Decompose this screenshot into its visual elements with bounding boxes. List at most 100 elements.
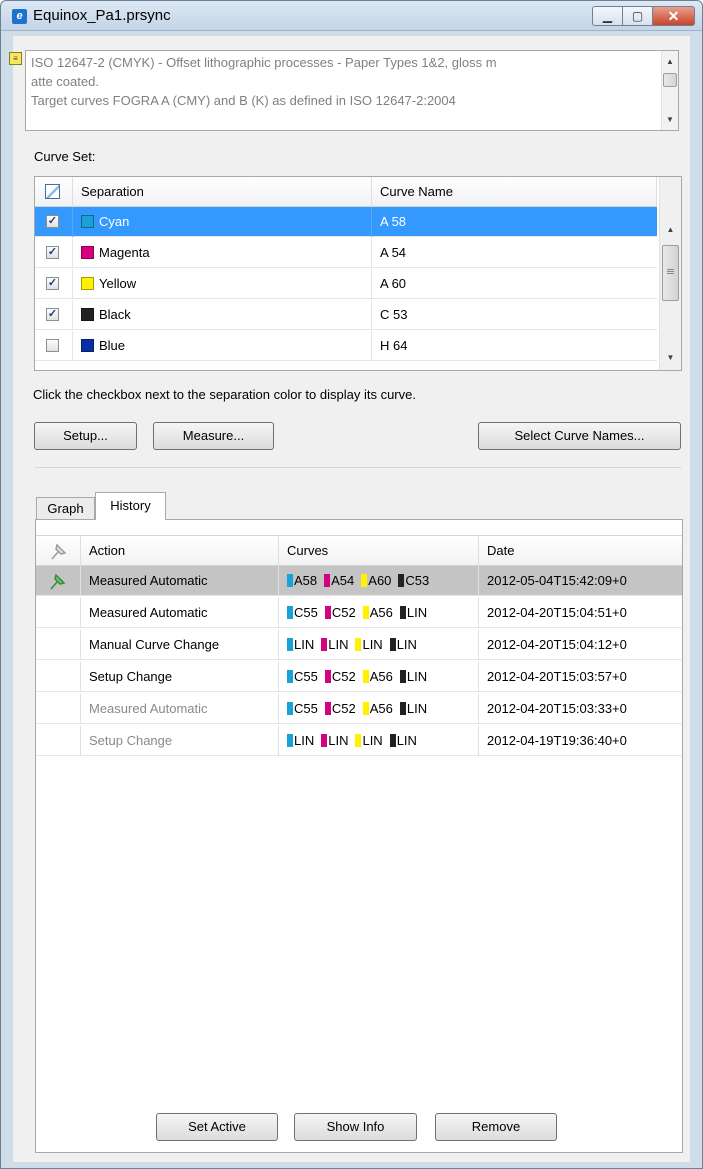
- curve-toggle-icon[interactable]: [45, 184, 60, 199]
- curve-entry: LIN: [399, 598, 428, 628]
- action-cell: Manual Curve Change: [81, 630, 279, 660]
- title-bar[interactable]: e Equinox_Pa1.prsync ▁ ▢ ✕: [1, 1, 702, 31]
- select-all-header[interactable]: [35, 177, 73, 207]
- active-cell: [36, 630, 81, 660]
- maximize-button[interactable]: ▢: [623, 6, 653, 26]
- description-scrollbar[interactable]: ▲ ▼: [661, 51, 678, 130]
- separation-name: Magenta: [99, 245, 150, 260]
- curve-set-header: Separation Curve Name: [35, 177, 657, 207]
- curve-name-cell: A 58: [380, 214, 407, 229]
- color-swatch: [81, 339, 94, 352]
- curve-name-cell: H 64: [380, 338, 408, 353]
- scroll-down-arrow-icon[interactable]: ▼: [660, 349, 681, 366]
- curve-row[interactable]: ✓ Yellow A 60: [35, 269, 657, 299]
- separation-checkbox[interactable]: ✓: [46, 215, 59, 228]
- curve-entry: A54: [324, 566, 354, 596]
- curve-label: LIN: [406, 605, 428, 620]
- curve-entry: A56: [362, 694, 393, 724]
- curve-row[interactable]: ✓ Magenta A 54: [35, 238, 657, 268]
- show-info-button[interactable]: Show Info: [294, 1113, 417, 1141]
- date-cell: 2012-04-20T15:04:51+0: [487, 605, 627, 620]
- active-column-header[interactable]: [36, 536, 81, 566]
- separation-checkbox[interactable]: ✓: [46, 246, 59, 259]
- curve-label: LIN: [362, 637, 383, 652]
- history-row[interactable]: Setup Change LIN LIN LIN LIN 2012-04-19T19:36…: [36, 726, 682, 756]
- curves-column-header[interactable]: Curves: [279, 536, 479, 566]
- curve-color-bar: [389, 734, 396, 747]
- scroll-thumb[interactable]: [663, 73, 677, 87]
- remove-button[interactable]: Remove: [435, 1113, 557, 1141]
- checkbox-cell: ✓: [35, 207, 73, 237]
- curve-color-bar: [324, 670, 331, 683]
- instruction-text: Click the checkbox next to the separatio…: [33, 387, 416, 402]
- select-curve-names-button[interactable]: Select Curve Names...: [478, 422, 681, 450]
- tab-history[interactable]: History: [95, 492, 166, 520]
- curve-row[interactable]: Blue H 64: [35, 331, 657, 361]
- curve-label: LIN: [406, 669, 428, 684]
- curve-set-table: Separation Curve Name ✓ Cyan A 58 ✓ Magenta A…: [34, 176, 682, 371]
- setup-button[interactable]: Setup...: [34, 422, 137, 450]
- curve-color-bar: [324, 702, 331, 715]
- curve-color-bar: [287, 670, 293, 683]
- curve-label: A60: [368, 573, 392, 588]
- separation-checkbox[interactable]: [46, 339, 59, 352]
- curve-color-bar: [362, 670, 369, 683]
- curve-label: C55: [294, 669, 318, 684]
- separation-cell: Blue: [73, 331, 372, 361]
- color-swatch: [81, 277, 94, 290]
- curve-color-bar: [399, 670, 406, 683]
- curve-entry: LIN: [389, 630, 417, 660]
- curve-color-bar: [324, 606, 331, 619]
- history-header: Action Curves Date: [36, 536, 682, 566]
- set-active-button[interactable]: Set Active: [156, 1113, 278, 1141]
- history-row[interactable]: Setup Change C55 C52 A56 LIN 2012-04-20T15:03…: [36, 662, 682, 692]
- date-column-header[interactable]: Date: [479, 536, 682, 566]
- description-line-3: Target curves FOGRA A (CMY) and B (K) as…: [31, 93, 456, 108]
- scroll-up-arrow-icon[interactable]: ▲: [660, 221, 681, 238]
- curve-label: LIN: [406, 701, 428, 716]
- curve-name-cell: C 53: [380, 307, 408, 322]
- curve-entry: LIN: [321, 630, 348, 660]
- curve-entry: C53: [398, 566, 429, 596]
- measure-button[interactable]: Measure...: [153, 422, 274, 450]
- tab-graph[interactable]: Graph: [36, 497, 95, 520]
- close-button[interactable]: ✕: [653, 6, 695, 26]
- curve-entry: LIN: [399, 694, 428, 724]
- scroll-up-arrow-icon[interactable]: ▲: [662, 53, 678, 70]
- curve-color-bar: [324, 574, 331, 587]
- curve-label: LIN: [396, 637, 417, 652]
- curve-color-bar: [389, 638, 396, 651]
- minimize-button[interactable]: ▁: [592, 6, 623, 26]
- separation-cell: Magenta: [73, 238, 372, 268]
- curve-color-bar: [321, 638, 328, 651]
- action-column-header[interactable]: Action: [81, 536, 279, 566]
- history-row[interactable]: Measured Automatic A58 A54 A60 C53 2012-05-04…: [36, 566, 682, 596]
- curve-label: C52: [331, 605, 356, 620]
- date-cell: 2012-04-20T15:03:33+0: [487, 701, 627, 716]
- history-row[interactable]: Manual Curve Change LIN LIN LIN LIN 2012-04-2…: [36, 630, 682, 660]
- separation-checkbox[interactable]: ✓: [46, 277, 59, 290]
- history-row[interactable]: Measured Automatic C55 C52 A56 LIN 2012-04-20…: [36, 598, 682, 628]
- curve-entry: C52: [324, 662, 356, 692]
- active-cell: [36, 662, 81, 692]
- curve-label: LIN: [294, 637, 315, 652]
- curves-cell: LIN LIN LIN LIN: [279, 630, 479, 660]
- curve-set-scrollbar[interactable]: ▲ ▼: [659, 177, 681, 370]
- scroll-down-arrow-icon[interactable]: ▼: [662, 111, 678, 128]
- action-cell: Setup Change: [81, 726, 279, 756]
- curve-color-bar: [362, 702, 369, 715]
- checkbox-cell: ✓: [35, 238, 73, 268]
- curve-color-bar: [287, 638, 293, 651]
- separation-column-header[interactable]: Separation: [73, 177, 372, 207]
- history-row[interactable]: Measured Automatic C55 C52 A56 LIN 2012-04-20…: [36, 694, 682, 724]
- curve-label: C52: [331, 669, 356, 684]
- separation-checkbox[interactable]: ✓: [46, 308, 59, 321]
- curve-row[interactable]: ✓ Black C 53: [35, 300, 657, 330]
- curve-row[interactable]: ✓ Cyan A 58: [35, 207, 657, 237]
- scroll-thumb[interactable]: [662, 245, 679, 301]
- curve-name-column-header[interactable]: Curve Name: [372, 177, 657, 207]
- description-box[interactable]: ≡ ISO 12647-2 (CMYK) - Offset lithograph…: [9, 50, 679, 131]
- separation-name: Blue: [99, 338, 126, 353]
- curve-color-bar: [399, 606, 406, 619]
- curve-color-bar: [355, 734, 362, 747]
